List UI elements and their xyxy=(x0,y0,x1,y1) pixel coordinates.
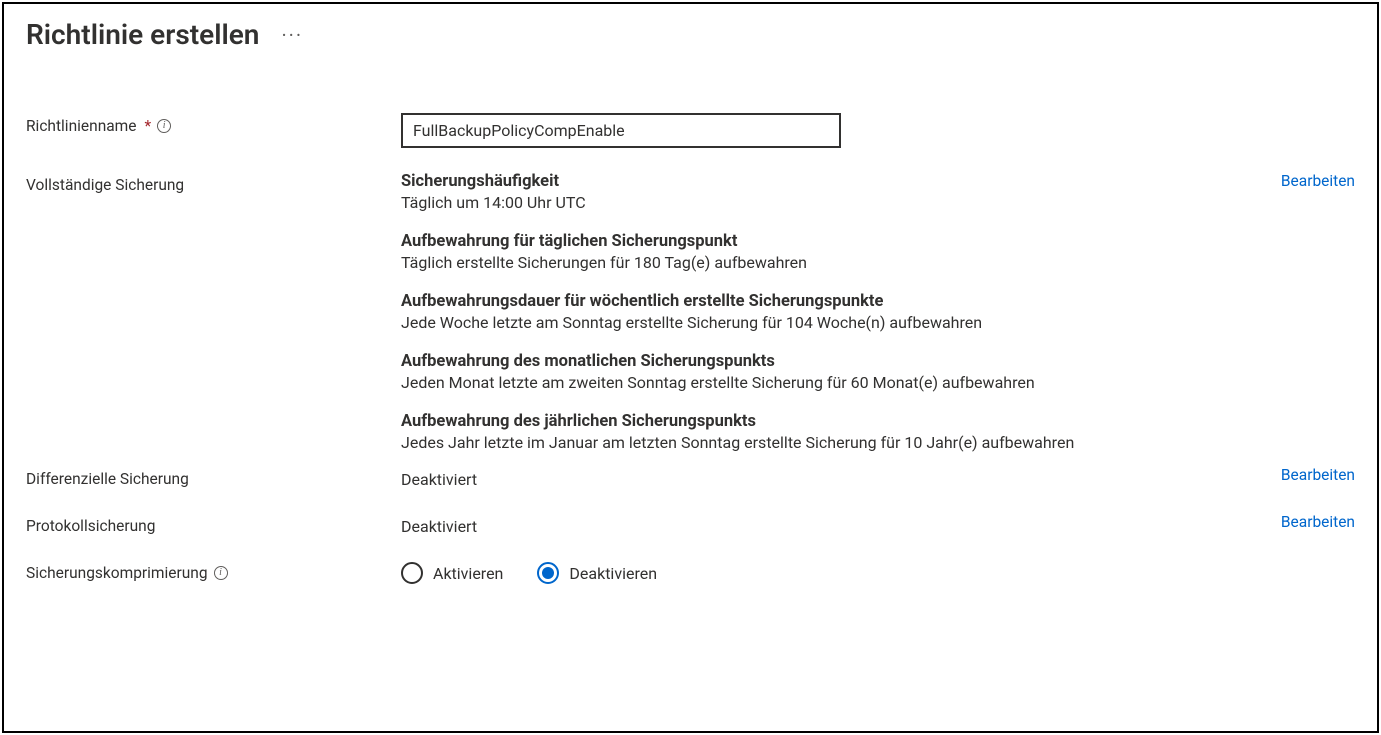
required-indicator: * xyxy=(145,117,152,135)
block-heading: Sicherungshäufigkeit xyxy=(401,172,1261,191)
full-backup-details: Sicherungshäufigkeit Täglich um 14:00 Uhr… xyxy=(401,172,1261,452)
full-backup-block: Aufbewahrung des monatlichen Sicherungsp… xyxy=(401,352,1261,392)
label-differential-backup: Differenzielle Sicherung xyxy=(26,466,401,488)
row-differential-backup: Differenzielle Sicherung Deaktiviert Bea… xyxy=(26,466,1355,489)
info-icon[interactable]: i xyxy=(157,119,171,133)
full-backup-block: Sicherungshäufigkeit Täglich um 14:00 Uhr… xyxy=(401,172,1261,212)
policy-name-input[interactable] xyxy=(401,113,841,148)
label-policy-name: Richtlinienname * i xyxy=(26,113,401,135)
block-heading: Aufbewahrung des monatlichen Sicherungsp… xyxy=(401,352,1261,371)
more-actions-button[interactable]: ··· xyxy=(281,23,303,47)
edit-full-backup-link[interactable]: Bearbeiten xyxy=(1281,172,1355,190)
full-backup-block: Aufbewahrung für täglichen Sicherungspun… xyxy=(401,232,1261,272)
block-text: Jedes Jahr letzte im Januar am letzten S… xyxy=(401,433,1261,452)
create-policy-panel: Richtlinie erstellen ··· Richtlinienname… xyxy=(2,2,1379,733)
block-heading: Aufbewahrungsdauer für wöchentlich erste… xyxy=(401,292,1261,311)
row-compression: Sicherungskomprimierung i Aktivieren Dea… xyxy=(26,560,1355,584)
label-log-backup: Protokollsicherung xyxy=(26,513,401,535)
compression-radio-group: Aktivieren Deaktivieren xyxy=(401,560,1355,584)
full-backup-block: Aufbewahrung des jährlichen Sicherungspu… xyxy=(401,412,1261,452)
compression-disable-radio[interactable]: Deaktivieren xyxy=(537,562,657,584)
block-text: Jeden Monat letzte am zweiten Sonntag er… xyxy=(401,373,1261,392)
label-compression: Sicherungskomprimierung i xyxy=(26,560,401,582)
log-backup-value: Deaktiviert xyxy=(401,513,1261,536)
block-text: Täglich erstellte Sicherungen für 180 Ta… xyxy=(401,253,1261,272)
edit-log-backup-link[interactable]: Bearbeiten xyxy=(1281,513,1355,531)
differential-backup-value: Deaktiviert xyxy=(401,466,1261,489)
edit-differential-backup-link[interactable]: Bearbeiten xyxy=(1281,466,1355,484)
page-title: Richtlinie erstellen xyxy=(26,18,259,51)
compression-enable-radio[interactable]: Aktivieren xyxy=(401,562,503,584)
block-heading: Aufbewahrung des jährlichen Sicherungspu… xyxy=(401,412,1261,431)
block-text: Jede Woche letzte am Sonntag erstellte S… xyxy=(401,313,1261,332)
row-full-backup: Vollständige Sicherung Sicherungshäufigk… xyxy=(26,172,1355,452)
block-text: Täglich um 14:00 Uhr UTC xyxy=(401,193,1261,212)
info-icon[interactable]: i xyxy=(214,566,228,580)
row-log-backup: Protokollsicherung Deaktiviert Bearbeite… xyxy=(26,513,1355,536)
label-full-backup: Vollständige Sicherung xyxy=(26,172,401,194)
row-policy-name: Richtlinienname * i xyxy=(26,113,1355,148)
block-heading: Aufbewahrung für täglichen Sicherungspun… xyxy=(401,232,1261,251)
header: Richtlinie erstellen ··· xyxy=(26,18,1355,51)
full-backup-block: Aufbewahrungsdauer für wöchentlich erste… xyxy=(401,292,1261,332)
